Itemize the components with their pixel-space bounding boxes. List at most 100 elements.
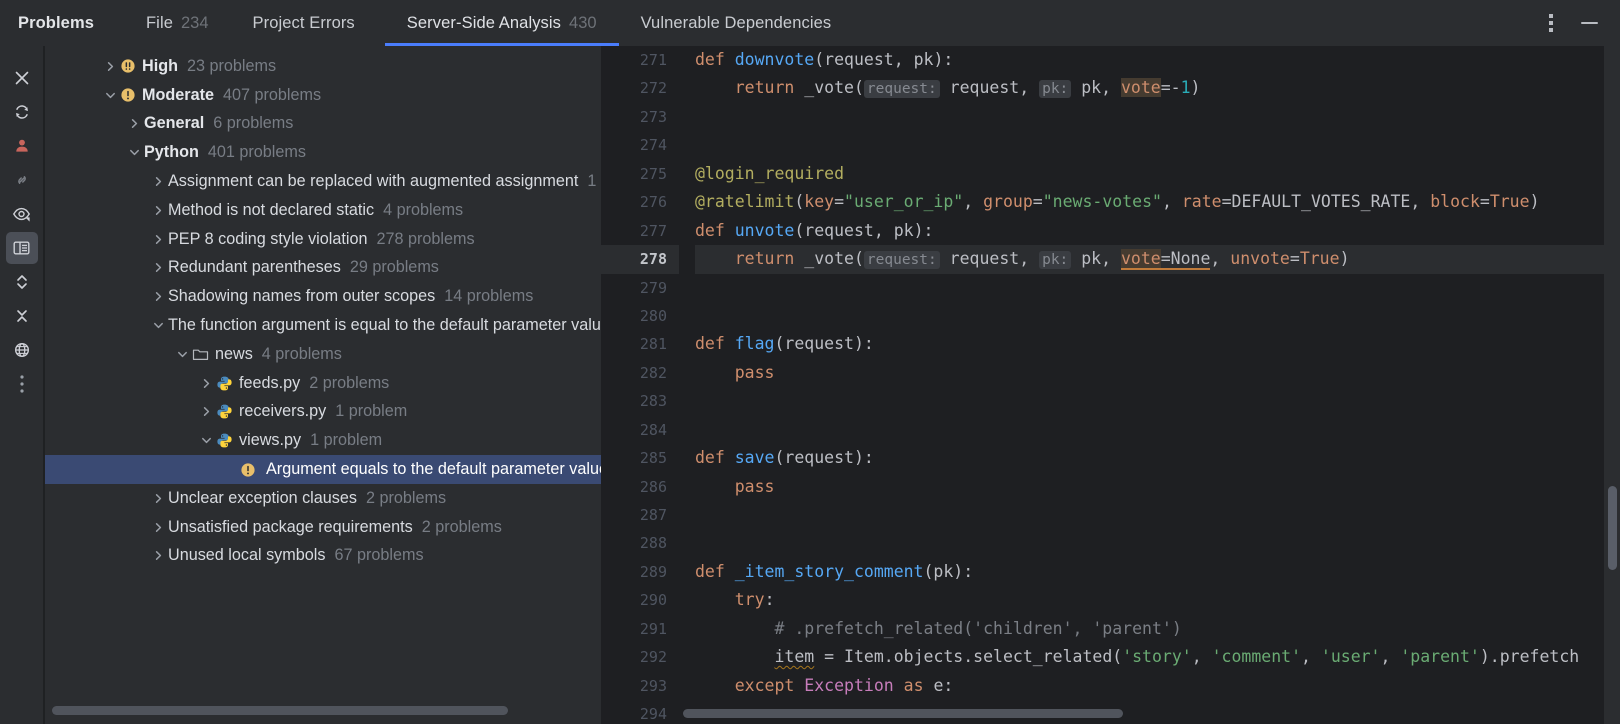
open-in-browser-button[interactable]: [6, 334, 38, 366]
more-options-button[interactable]: [1534, 6, 1568, 40]
tree-row-count: 2 problems: [309, 374, 389, 393]
chevron-right-icon[interactable]: [148, 168, 168, 196]
workspace: High 23 problems Moderate 407 problems G…: [0, 46, 1620, 724]
line-number: 277: [601, 217, 679, 245]
tree-row-count: 23 problems: [187, 57, 276, 76]
chevron-right-icon[interactable]: [148, 542, 168, 570]
preview-toggle-button[interactable]: [6, 232, 38, 264]
code-text-area[interactable]: def downvote(request, pk): return _vote(…: [679, 46, 1620, 724]
line-number: 287: [601, 501, 679, 529]
rerun-button[interactable]: [6, 96, 38, 128]
code-line-284: [695, 416, 1620, 444]
view-options-button[interactable]: [6, 198, 38, 230]
line-number: 289: [601, 558, 679, 586]
expand-all-button[interactable]: [6, 266, 38, 298]
code-line-280: [695, 302, 1620, 330]
tree-row-count: 2 problems: [422, 518, 502, 537]
chevron-right-icon[interactable]: [148, 225, 168, 253]
chevron-right-icon[interactable]: [196, 369, 216, 397]
close-icon: [13, 69, 31, 87]
chevron-right-icon[interactable]: [148, 484, 168, 512]
problems-tree[interactable]: High 23 problems Moderate 407 problems G…: [44, 46, 601, 724]
autoscroll-button[interactable]: [6, 164, 38, 196]
chevron-down-icon[interactable]: [148, 312, 168, 340]
tree-row-count: 407 problems: [223, 86, 321, 105]
code-line-290: try:: [695, 586, 1620, 614]
tree-row-shadowing-names[interactable]: Shadowing names from outer scopes 14 pro…: [44, 282, 601, 311]
code-line-277: def unvote(request, pk):: [695, 217, 1620, 245]
tree-horizontal-scrollbar[interactable]: [52, 706, 595, 715]
tree-row-pep8[interactable]: PEP 8 coding style violation 278 problem…: [44, 225, 601, 254]
tree-row-function-argument-default[interactable]: The function argument is equal to the de…: [44, 311, 601, 340]
tree-row-label: receivers.py: [239, 402, 326, 421]
code-line-273: [695, 103, 1620, 131]
tab-vulnerable-dependencies[interactable]: Vulnerable Dependencies: [619, 0, 862, 46]
tree-row-file-views-py[interactable]: views.py 1 problem: [44, 426, 601, 455]
link-icon: [13, 171, 31, 189]
python-file-icon: [216, 403, 233, 420]
tree-row-count: 2 problems: [366, 489, 446, 508]
tree-row-count: 1 p: [587, 172, 601, 191]
refresh-icon: [13, 103, 31, 121]
tab-bar: Problems File 234 Project Errors Server-…: [0, 0, 1620, 46]
hide-panel-button[interactable]: [1572, 6, 1606, 40]
tree-row-unsatisfied-package-requirements[interactable]: Unsatisfied package requirements 2 probl…: [44, 513, 601, 542]
tree-row-label: Moderate: [142, 86, 214, 105]
tree-row-method-not-static[interactable]: Method is not declared static 4 problems: [44, 196, 601, 225]
line-number: 276: [601, 188, 679, 216]
tree-row-file-feeds-py[interactable]: feeds.py 2 problems: [44, 369, 601, 398]
line-number: 273: [601, 103, 679, 131]
rail-divider: [44, 46, 45, 724]
more-rail-button[interactable]: [6, 368, 38, 400]
chevron-down-icon[interactable]: [196, 427, 216, 455]
editor-vertical-scrollbar-thumb[interactable]: [1608, 486, 1617, 570]
line-number: 285: [601, 444, 679, 472]
tree-row-problem-argument-equals-default[interactable]: Argument equals to the default parameter…: [44, 455, 601, 484]
tool-rail: [0, 46, 44, 724]
tree-row-python[interactable]: Python 401 problems: [44, 138, 601, 167]
line-number: 290: [601, 586, 679, 614]
tree-horizontal-scrollbar-thumb[interactable]: [52, 706, 508, 715]
tab-problems[interactable]: Problems: [0, 0, 124, 46]
chevron-down-icon[interactable]: [100, 81, 120, 109]
chevron-right-icon[interactable]: [148, 254, 168, 282]
chevron-down-icon[interactable]: [172, 340, 192, 368]
chevron-down-icon[interactable]: [124, 139, 144, 167]
line-number: 284: [601, 416, 679, 444]
code-editor-preview[interactable]: 271 272 273 274 275 276 277 278 279 280 …: [601, 46, 1620, 724]
severity-high-icon: [120, 58, 136, 74]
chevron-right-icon[interactable]: [196, 398, 216, 426]
editor-horizontal-scrollbar-thumb[interactable]: [683, 709, 1123, 718]
code-line-291: # .prefetch_related('children', 'parent'…: [695, 615, 1620, 643]
editor-horizontal-scrollbar[interactable]: [683, 709, 1598, 718]
code-line-285: def save(request):: [695, 444, 1620, 472]
tree-row-assignment-augmented[interactable]: Assignment can be replaced with augmente…: [44, 167, 601, 196]
collapse-all-icon: [13, 306, 31, 326]
tree-row-unused-local-symbols[interactable]: Unused local symbols 67 problems: [44, 542, 601, 571]
collapse-all-button[interactable]: [6, 300, 38, 332]
tree-row-label: The function argument is equal to the de…: [168, 316, 601, 335]
line-number: 292: [601, 643, 679, 671]
chevron-right-icon[interactable]: [100, 52, 120, 80]
tree-row-general[interactable]: General 6 problems: [44, 110, 601, 139]
chevron-right-icon[interactable]: [124, 110, 144, 138]
tree-row-moderate[interactable]: Moderate 407 problems: [44, 81, 601, 110]
code-line-292: item = Item.objects.select_related('stor…: [695, 643, 1620, 671]
tree-row-file-receivers-py[interactable]: receivers.py 1 problem: [44, 398, 601, 427]
code-line-288: [695, 529, 1620, 557]
chevron-right-icon[interactable]: [148, 283, 168, 311]
tab-project-errors[interactable]: Project Errors: [231, 0, 385, 46]
tree-row-unclear-exception-clauses[interactable]: Unclear exception clauses 2 problems: [44, 484, 601, 513]
tree-row-redundant-parentheses[interactable]: Redundant parentheses 29 problems: [44, 254, 601, 283]
code-line-275: @login_required: [695, 160, 1620, 188]
tree-row-high[interactable]: High 23 problems: [44, 52, 601, 81]
tab-label: Project Errors: [253, 14, 355, 33]
chevron-right-icon[interactable]: [148, 196, 168, 224]
tab-server-side-analysis[interactable]: Server-Side Analysis 430: [385, 0, 619, 46]
chevron-right-icon[interactable]: [148, 513, 168, 541]
tree-row-folder-news[interactable]: news 4 problems: [44, 340, 601, 369]
assignee-button[interactable]: [6, 130, 38, 162]
close-button[interactable]: [6, 62, 38, 94]
tab-file[interactable]: File 234: [124, 0, 231, 46]
line-number: 293: [601, 672, 679, 700]
